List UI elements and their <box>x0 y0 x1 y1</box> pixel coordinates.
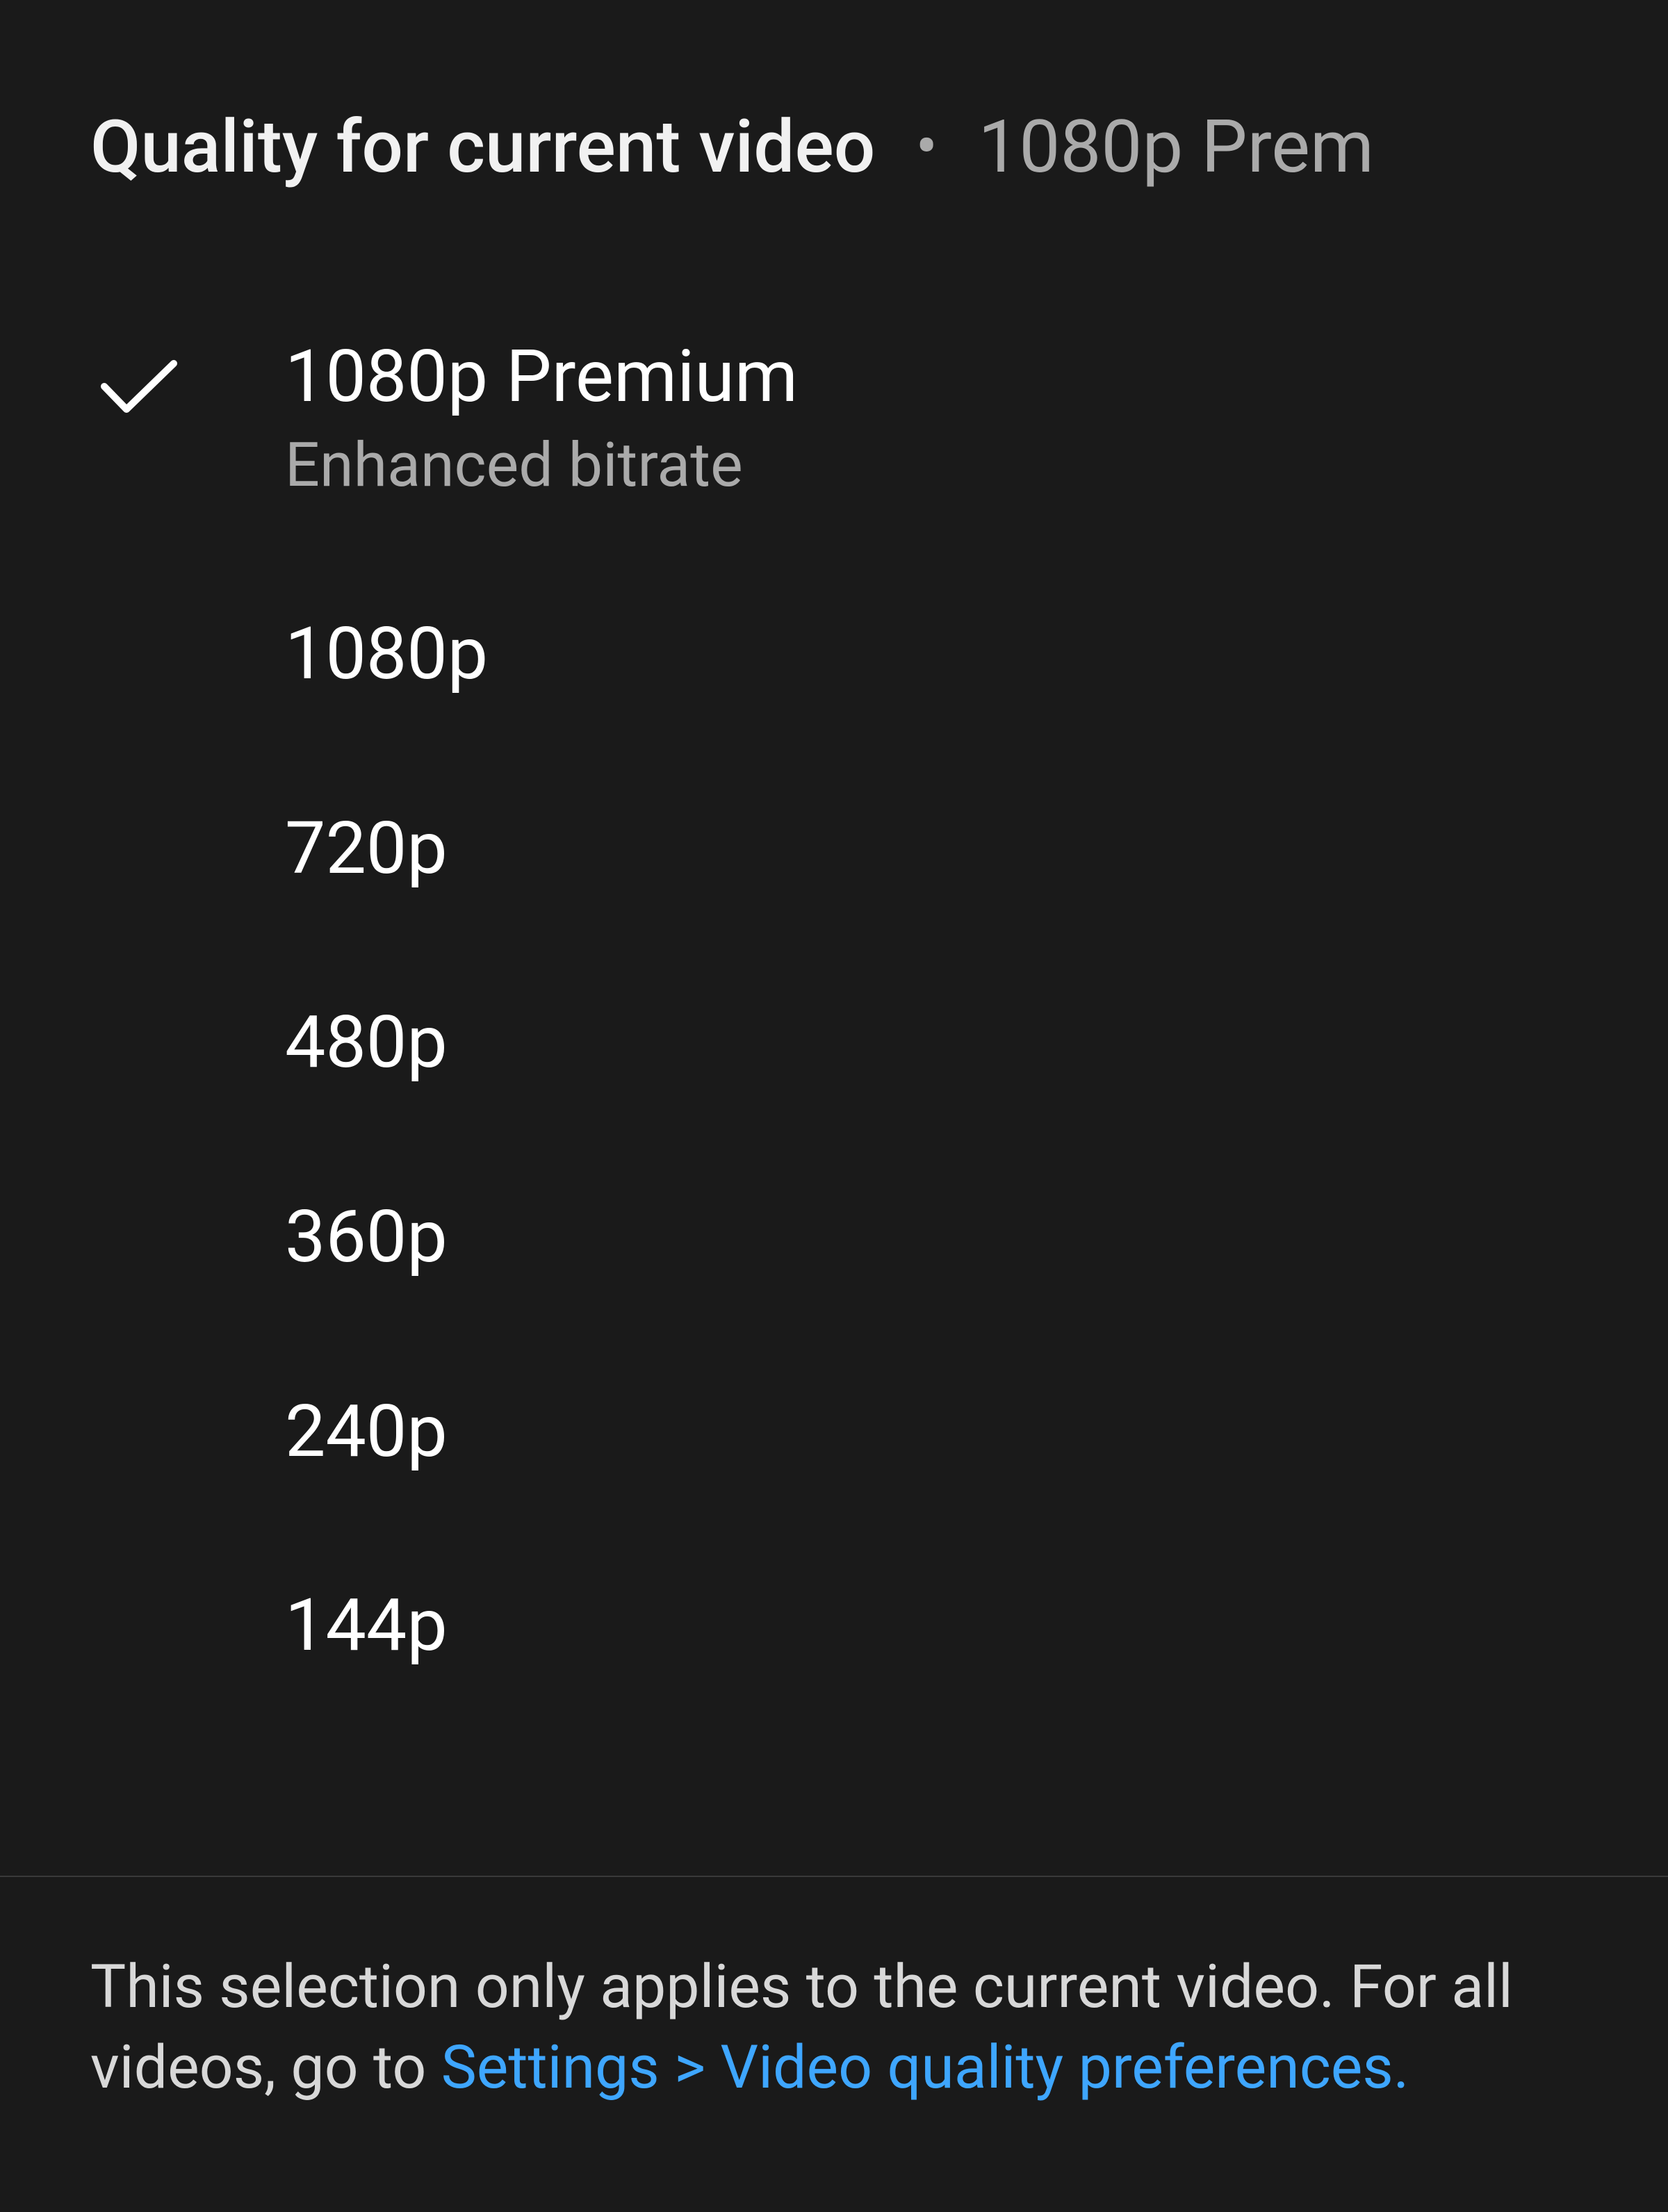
settings-video-quality-link[interactable]: Settings > Video quality preferences. <box>441 2032 1409 2102</box>
quality-option-240p[interactable]: 240p <box>0 1335 1668 1530</box>
quality-options-list: 1080p Premium Enhanced bitrate 1080p 720… <box>0 245 1668 1876</box>
quality-option-144p[interactable]: 144p <box>0 1529 1668 1723</box>
quality-option-1080p[interactable]: 1080p <box>0 557 1668 752</box>
option-label: 720p <box>285 808 448 891</box>
header-title: Quality for current video <box>90 104 875 190</box>
option-label: 240p <box>285 1391 448 1474</box>
quality-settings-panel: Quality for current video • 1080p Prem 1… <box>0 0 1668 2212</box>
header-current-quality: 1080p Prem <box>978 104 1374 190</box>
panel-header: Quality for current video • 1080p Prem <box>0 0 1668 245</box>
quality-option-360p[interactable]: 360p <box>0 1140 1668 1335</box>
quality-option-720p[interactable]: 720p <box>0 752 1668 947</box>
option-label: 144p <box>285 1584 448 1668</box>
option-label: 1080p <box>285 613 488 696</box>
footer: This selection only applies to the curre… <box>0 1877 1668 2212</box>
checkmark-icon <box>97 355 181 420</box>
option-label: 360p <box>285 1196 448 1279</box>
option-label: 1080p Premium <box>285 336 798 419</box>
header-separator: • <box>915 108 938 186</box>
quality-option-480p[interactable]: 480p <box>0 946 1668 1140</box>
quality-option-1080p-premium[interactable]: 1080p Premium Enhanced bitrate <box>0 280 1668 557</box>
footer-note: This selection only applies to the curre… <box>90 1947 1578 2108</box>
option-label: 480p <box>285 1001 448 1085</box>
option-sublabel: Enhanced bitrate <box>285 429 798 502</box>
